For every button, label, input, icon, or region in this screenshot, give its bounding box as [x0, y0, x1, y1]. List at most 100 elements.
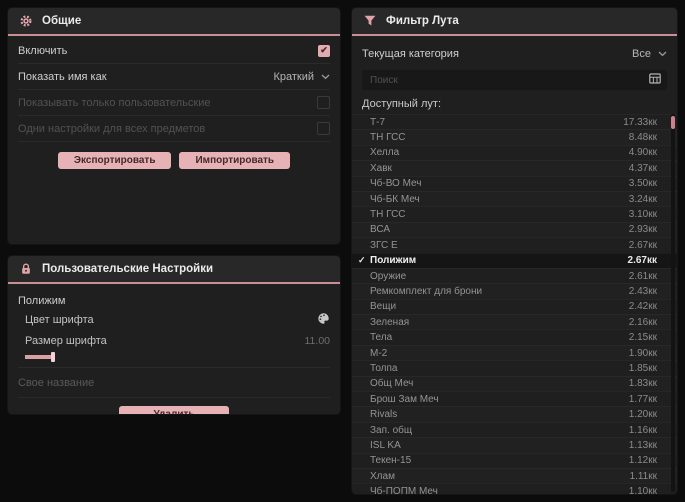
- list-item[interactable]: Хелла 4.90кк: [352, 145, 677, 160]
- loot-item-count: 2.93кк: [628, 224, 657, 236]
- list-item[interactable]: Толпа 1.85кк: [352, 360, 677, 375]
- font-size-row: Размер шрифта 11.00: [18, 330, 330, 351]
- panel-title: Фильтр Лута: [386, 15, 459, 27]
- palette-icon[interactable]: [317, 312, 330, 328]
- import-button[interactable]: Импортировать: [179, 152, 291, 169]
- custom-panel-header: Пользовательские Настройки: [8, 256, 340, 284]
- list-item[interactable]: ТН ГСС 3.10кк: [352, 206, 677, 221]
- loot-item-name: Хлам: [370, 470, 395, 482]
- dropdown-value: Краткий: [273, 70, 314, 83]
- list-item[interactable]: Чб-ПОПМ Меч 1.10кк: [352, 483, 677, 494]
- general-panel-header: Общие: [8, 8, 340, 36]
- loot-item-name: ЗГС Е: [370, 239, 398, 251]
- category-label: Текущая категория: [362, 48, 459, 60]
- slider-handle[interactable]: [51, 352, 55, 362]
- loot-item-count: 1.12кк: [628, 455, 657, 467]
- scrollbar-thumb[interactable]: [671, 116, 675, 129]
- loot-item-name: Хелла: [370, 147, 400, 159]
- list-item[interactable]: Чб-ВО Меч 3.50кк: [352, 176, 677, 191]
- loot-item-name: ВСА: [370, 224, 391, 236]
- check-icon: ✓: [358, 255, 366, 266]
- export-button[interactable]: Экспортировать: [57, 152, 172, 169]
- loot-item-count: 2.67кк: [628, 239, 657, 251]
- loot-item-count: 4.37кк: [628, 162, 657, 174]
- checkbox[interactable]: [317, 96, 330, 109]
- loot-item-name: ТН ГСС: [370, 132, 406, 144]
- loot-item-name: Текен-15: [370, 455, 412, 467]
- loot-item-count: 1.13кк: [628, 439, 657, 451]
- setting-label: Включить: [18, 44, 68, 57]
- delete-button[interactable]: Удалить: [119, 406, 229, 414]
- loot-item-name: Хавк: [370, 162, 392, 174]
- loot-item-name: Вещи: [370, 301, 397, 313]
- loot-item-count: 2.67кк: [627, 255, 657, 267]
- loot-item-count: 1.10кк: [628, 486, 657, 494]
- chevron-down-icon: [321, 74, 330, 80]
- search-box: [362, 70, 667, 90]
- font-color-label: Цвет шрифта: [25, 313, 94, 326]
- general-settings-rows: Включить ✔ Показать имя как Краткий Показыва…: [18, 38, 330, 142]
- list-item[interactable]: Брош Зам Меч 1.77кк: [352, 391, 677, 406]
- list-item[interactable]: ✓ Полижим 2.67кк: [352, 252, 677, 268]
- custom-name-input[interactable]: [18, 368, 330, 397]
- available-loot-label: Доступный лут:: [362, 98, 442, 110]
- checkbox[interactable]: ✔: [318, 44, 330, 57]
- list-item[interactable]: Оружие 2.61кк: [352, 268, 677, 283]
- loot-item-count: 2.16кк: [628, 316, 657, 328]
- list-item[interactable]: Общ Меч 1.83кк: [352, 376, 677, 391]
- loot-item-name: Зеленая: [370, 316, 410, 328]
- dropdown[interactable]: Краткий: [273, 71, 330, 83]
- mod-settings-screen: Общие Включить ✔ Показать имя как Краткий По…: [0, 0, 685, 502]
- list-item[interactable]: Чб-БК Меч 3.24кк: [352, 191, 677, 206]
- loot-item-name: Чб-ВО Меч: [370, 178, 422, 190]
- loot-filter-panel: Фильтр Лута Текущая категория Все Поиск …: [352, 8, 677, 494]
- font-size-slider[interactable]: [25, 352, 330, 362]
- list-item[interactable]: Хавк 4.37кк: [352, 160, 677, 175]
- list-item[interactable]: Хлам 1.11кк: [352, 468, 677, 483]
- grid-icon[interactable]: [649, 71, 661, 89]
- loot-item-count: 3.50кк: [628, 178, 657, 190]
- loot-item-count: 1.85кк: [628, 362, 657, 374]
- category-value: Все: [632, 48, 651, 60]
- list-item[interactable]: Ремкомплект для брони 2.43кк: [352, 283, 677, 298]
- list-item[interactable]: ТН ГСС 8.48кк: [352, 129, 677, 144]
- list-item[interactable]: Зеленая 2.16кк: [352, 314, 677, 329]
- settings-row: Показать имя как Краткий: [18, 64, 330, 90]
- loot-item-count: 1.77кк: [628, 393, 657, 405]
- list-item[interactable]: ISL KA 1.13кк: [352, 437, 677, 452]
- loot-item-count: 1.16кк: [628, 424, 657, 436]
- list-item[interactable]: Тела 2.15кк: [352, 329, 677, 344]
- loot-item-count: 3.24кк: [628, 193, 657, 205]
- loot-item-name: Оружие: [370, 270, 407, 282]
- loot-item-name: Брош Зам Меч: [370, 393, 439, 405]
- gear-icon: [18, 14, 33, 29]
- list-item[interactable]: Вещи 2.42кк: [352, 299, 677, 314]
- list-item[interactable]: М-2 1.90кк: [352, 345, 677, 360]
- delete-row: Удалить: [18, 398, 330, 414]
- loot-item-name: ISL KA: [370, 439, 401, 451]
- loot-item-count: 2.42кк: [628, 301, 657, 313]
- list-item[interactable]: Rivals 1.20кк: [352, 406, 677, 421]
- setting-label: Показать имя как: [18, 70, 107, 83]
- font-size-value: 11.00: [304, 334, 331, 347]
- export-import-row: Экспортировать Импортировать: [18, 142, 330, 179]
- funnel-icon: [362, 14, 377, 29]
- category-dropdown[interactable]: Все: [632, 48, 667, 60]
- settings-row: Одни настройки для всех предметов: [18, 116, 330, 142]
- scrollbar[interactable]: [671, 114, 675, 492]
- loot-item-count: 3.10кк: [628, 209, 657, 221]
- list-item[interactable]: ЗГС Е 2.67кк: [352, 237, 677, 252]
- list-item[interactable]: Зап. общ 1.16кк: [352, 422, 677, 437]
- list-item[interactable]: Т-7 17.33кк: [352, 114, 677, 129]
- loot-item-name: Общ Меч: [370, 378, 414, 390]
- search-input[interactable]: [368, 73, 643, 87]
- loot-item-name: Толпа: [370, 362, 398, 374]
- loot-item-name: Т-7: [370, 116, 385, 128]
- loot-item-name: Тела: [370, 332, 393, 344]
- loot-item-count: 2.61кк: [628, 270, 657, 282]
- loot-item-count: 1.90кк: [628, 347, 657, 359]
- checkbox[interactable]: [317, 122, 330, 135]
- list-item[interactable]: ВСА 2.93кк: [352, 222, 677, 237]
- check-icon: ✔: [320, 45, 328, 55]
- list-item[interactable]: Текен-15 1.12кк: [352, 453, 677, 468]
